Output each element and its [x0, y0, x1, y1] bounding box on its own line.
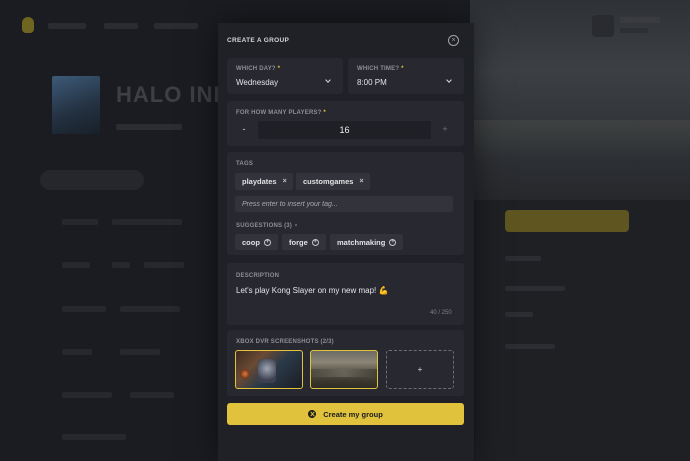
- add-suggestion-icon: +: [311, 238, 319, 246]
- close-button[interactable]: ×: [448, 35, 459, 46]
- background-sidebar-line: [505, 286, 565, 291]
- add-suggestion-icon: +: [389, 238, 397, 246]
- tag-text: customgames: [303, 177, 354, 186]
- day-label: WHICH DAY?: [236, 66, 276, 72]
- user-avatar: [592, 15, 614, 37]
- add-screenshot-button[interactable]: +: [386, 350, 454, 389]
- description-label: DESCRIPTION: [236, 273, 280, 279]
- required-mark: *: [401, 66, 404, 72]
- background-row: [62, 219, 98, 225]
- description-text[interactable]: Let's play Kong Slayer on my new map! 💪: [236, 286, 388, 295]
- game-cover: [52, 76, 100, 134]
- time-label-wrap: WHICH TIME? *: [357, 66, 404, 72]
- tag-chip: customgames ×: [296, 173, 370, 190]
- screenshot-thumbnail[interactable]: [235, 350, 303, 389]
- required-mark: *: [323, 110, 326, 116]
- suggestion-text: forge: [289, 237, 308, 247]
- game-subtitle-placeholder: [116, 124, 182, 130]
- chevron-down-icon: [325, 77, 331, 83]
- background-row: [62, 434, 126, 440]
- background-row: [144, 262, 184, 268]
- tag-chip: playdates ×: [235, 173, 293, 190]
- suggestions-label: SUGGESTIONS (3): [236, 223, 293, 229]
- players-input[interactable]: 16: [258, 121, 431, 139]
- background-nav-item: [104, 23, 138, 29]
- create-group-button[interactable]: Create my group: [227, 403, 464, 425]
- background-row: [112, 262, 130, 268]
- background-filter-pill: [40, 170, 144, 190]
- suggestion-chip[interactable]: forge +: [282, 234, 326, 250]
- background-row: [112, 219, 182, 225]
- app-logo: [22, 17, 34, 33]
- time-value: 8:00 PM: [357, 78, 387, 87]
- background-row: [62, 349, 92, 355]
- user-status-placeholder: [620, 28, 648, 33]
- create-group-modal: CREATE A GROUP × WHICH DAY? * Wednesday …: [218, 23, 474, 461]
- background-hero-image: [470, 0, 690, 200]
- players-label: FOR HOW MANY PLAYERS?: [236, 110, 322, 116]
- suggestion-text: matchmaking: [337, 237, 386, 247]
- screenshots-label: XBOX DVR SCREENSHOTS (2/3): [236, 339, 334, 345]
- players-label-wrap: FOR HOW MANY PLAYERS? *: [236, 110, 326, 116]
- background-row: [62, 392, 112, 398]
- day-label-wrap: WHICH DAY? *: [236, 66, 280, 72]
- background-nav-item: [48, 23, 86, 29]
- background-sidebar: [475, 200, 690, 461]
- required-mark: *: [277, 66, 281, 72]
- remove-tag-icon[interactable]: ×: [283, 178, 287, 185]
- day-select[interactable]: WHICH DAY? * Wednesday: [227, 58, 343, 94]
- suggestion-chip[interactable]: coop +: [235, 234, 278, 250]
- modal-title: CREATE A GROUP: [227, 37, 290, 44]
- decrement-button[interactable]: -: [236, 124, 252, 134]
- tag-text: playdates: [242, 177, 277, 186]
- background-action-button: [505, 210, 629, 232]
- background-sidebar-line: [505, 256, 541, 261]
- add-suggestion-icon: +: [263, 238, 271, 246]
- tag-input[interactable]: [235, 196, 453, 212]
- add-screenshot-icon: +: [417, 365, 423, 374]
- background-row: [120, 306, 180, 312]
- suggestion-chip[interactable]: matchmaking +: [330, 234, 404, 250]
- background-sidebar-line: [505, 312, 533, 317]
- character-counter: 40 / 250: [430, 310, 452, 316]
- time-select[interactable]: WHICH TIME? * 8:00 PM: [348, 58, 464, 94]
- xbox-icon: [308, 410, 317, 418]
- chevron-down-icon: [446, 77, 452, 83]
- suggestion-text: coop: [242, 237, 260, 247]
- background-row: [62, 306, 106, 312]
- time-label: WHICH TIME?: [357, 66, 400, 72]
- day-value: Wednesday: [236, 78, 279, 87]
- background-sidebar-line: [505, 344, 555, 349]
- background-row: [130, 392, 174, 398]
- user-name-placeholder: [620, 17, 660, 23]
- create-group-label: Create my group: [323, 409, 383, 419]
- background-nav-item: [154, 23, 198, 29]
- info-icon: [295, 224, 297, 226]
- tags-label: TAGS: [236, 161, 254, 167]
- increment-button[interactable]: +: [437, 124, 453, 134]
- close-icon: ×: [451, 37, 456, 44]
- remove-tag-icon[interactable]: ×: [359, 178, 363, 185]
- screenshot-thumbnail[interactable]: [310, 350, 378, 389]
- background-row: [120, 349, 160, 355]
- background-row: [62, 262, 90, 268]
